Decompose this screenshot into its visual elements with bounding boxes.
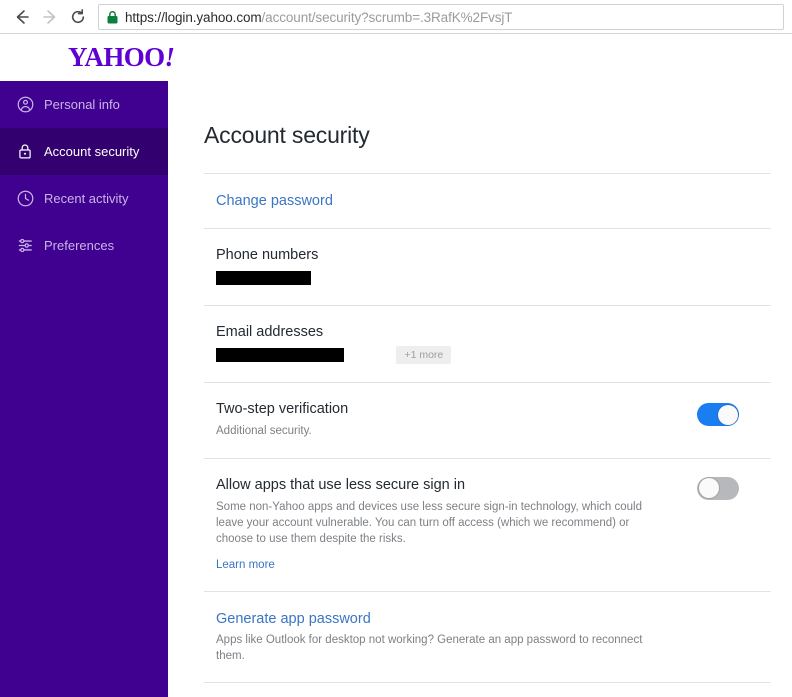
sidebar-item-label: Recent activity	[44, 191, 129, 206]
sidebar-item-preferences[interactable]: Preferences	[0, 222, 168, 269]
row-generate-app-password: Generate app password Apps like Outlook …	[204, 592, 771, 683]
email-more-badge[interactable]: +1 more	[396, 346, 452, 364]
browser-toolbar: https://login.yahoo.com/account/security…	[0, 0, 792, 34]
divider	[204, 682, 771, 684]
email-addresses-label: Email addresses	[216, 324, 324, 340]
url-path: /account/security?scrumb=.3RafK%2FvsjT	[261, 9, 513, 25]
generate-app-password-link[interactable]: Generate app password	[216, 611, 371, 627]
reload-button[interactable]	[64, 3, 92, 31]
yahoo-logo-exclamation: !	[164, 42, 176, 72]
page-body: YAHOO! Personal info Account security Re…	[0, 34, 792, 697]
two-step-verification-subtitle: Additional security.	[216, 425, 312, 438]
back-arrow-icon	[13, 8, 31, 26]
toggle-knob	[717, 404, 738, 425]
row-two-step-verification: Two-step verification Additional securit…	[204, 383, 771, 457]
brand-header: YAHOO!	[0, 34, 792, 81]
address-bar[interactable]: https://login.yahoo.com/account/security…	[98, 4, 784, 30]
change-password-link[interactable]: Change password	[216, 193, 333, 209]
phone-number-redacted-value	[216, 270, 311, 285]
toggle-knob	[698, 478, 719, 499]
less-secure-apps-toggle[interactable]	[697, 476, 739, 500]
sliders-icon	[12, 237, 38, 254]
sidebar-item-account-security[interactable]: Account security	[0, 128, 168, 175]
sidebar-item-label: Personal info	[44, 97, 120, 112]
forward-arrow-icon	[41, 8, 59, 26]
url-text: https://login.yahoo.com/account/security…	[125, 10, 512, 25]
sidebar: Personal info Account security Recent ac…	[0, 81, 168, 697]
row-phone-numbers[interactable]: Phone numbers	[204, 229, 771, 305]
less-secure-apps-description: Some non-Yahoo apps and devices use less…	[216, 500, 642, 546]
forward-button[interactable]	[36, 3, 64, 31]
row-email-addresses[interactable]: Email addresses +1 more	[204, 306, 771, 382]
settings-panel: Account security Change password Phone n…	[204, 81, 771, 684]
generate-app-password-description: Apps like Outlook for desktop not workin…	[216, 633, 643, 662]
url-domain: https://login.yahoo.com	[125, 9, 262, 25]
sidebar-item-personal-info[interactable]: Personal info	[0, 81, 168, 128]
sidebar-item-label: Preferences	[44, 238, 115, 253]
two-step-verification-label: Two-step verification	[216, 401, 349, 418]
page-title: Account security	[204, 122, 370, 148]
back-button[interactable]	[8, 3, 36, 31]
email-address-redacted-value	[216, 348, 344, 362]
sidebar-item-recent-activity[interactable]: Recent activity	[0, 175, 168, 222]
two-step-verification-toggle[interactable]	[697, 403, 739, 427]
sidebar-item-label: Account security	[44, 144, 140, 159]
yahoo-logo-text: YAHOO	[68, 42, 165, 72]
yahoo-logo[interactable]: YAHOO!	[68, 42, 176, 73]
learn-more-link[interactable]: Learn more	[216, 559, 275, 571]
clock-icon	[12, 190, 38, 207]
less-secure-apps-label: Allow apps that use less secure sign in	[216, 476, 466, 493]
person-circle-icon	[12, 96, 38, 113]
row-change-password: Change password	[204, 174, 771, 228]
secure-lock-icon	[107, 10, 118, 24]
lock-icon	[12, 143, 38, 160]
main-content: Account security Change password Phone n…	[168, 81, 792, 697]
row-less-secure-apps: Allow apps that use less secure sign in …	[204, 459, 771, 591]
reload-icon	[69, 8, 87, 26]
phone-numbers-label: Phone numbers	[216, 247, 319, 263]
